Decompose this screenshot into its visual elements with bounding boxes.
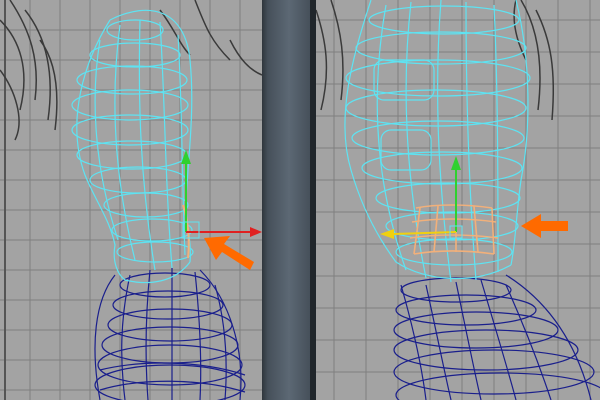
move-manipulator-icon[interactable] <box>181 150 262 239</box>
viewport-splitter[interactable] <box>262 0 316 400</box>
viewport-right-canvas[interactable] <box>316 0 600 400</box>
lower-leg-mesh[interactable] <box>94 267 246 400</box>
viewport-right[interactable] <box>316 0 600 400</box>
grid <box>0 0 262 400</box>
viewport-left-canvas[interactable] <box>0 0 262 400</box>
maya-viewports-workspace <box>0 0 600 400</box>
orange-arrow-icon <box>204 236 254 270</box>
upper-leg-mesh[interactable] <box>344 0 531 283</box>
viewport-left[interactable] <box>0 0 262 400</box>
lower-leg-mesh[interactable] <box>393 274 600 400</box>
sketch-lines <box>0 0 262 141</box>
orange-arrow-icon <box>521 214 568 238</box>
